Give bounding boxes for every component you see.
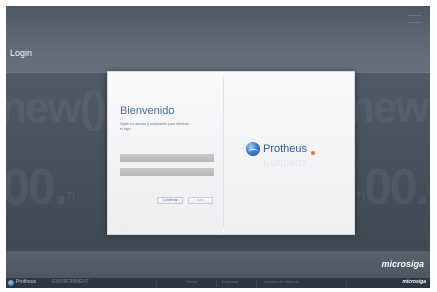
bottom-band: microsiga [6, 251, 430, 278]
login-form-panel: Bienvenido Digite su usuario y contraseñ… [108, 72, 223, 234]
password-field[interactable] [120, 168, 214, 176]
status-divider [156, 279, 157, 287]
app-window: Login new() new() 00. 00. TI TI microsig… [6, 6, 430, 288]
product-logo-reflection: Protheus [263, 157, 308, 169]
login-dialog: Bienvenido Digite su usuario y contraseñ… [107, 71, 355, 235]
protheus-globe-icon [8, 280, 14, 286]
vendor-logo: microsiga [381, 259, 424, 269]
watermark-left: new() [6, 83, 107, 132]
status-environment: ENVIRONMENT [52, 279, 89, 285]
watermark-small-right: TI [356, 191, 365, 202]
status-product: Protheus [16, 279, 37, 285]
login-instructions: Digite su usuario y contraseña para efec… [120, 122, 189, 131]
status-vendor-logo: microsiga [402, 279, 426, 285]
protheus-globe-icon [246, 142, 260, 156]
status-divider [346, 279, 347, 287]
status-item-date: Fecha [186, 279, 198, 284]
status-divider [216, 279, 217, 287]
confirm-button[interactable]: Confirmar [157, 197, 183, 204]
watermark-small-left: TI [66, 191, 75, 202]
username-field[interactable] [120, 154, 214, 162]
status-item-user: Usuario de Sistema [264, 279, 299, 284]
watermark-right: new() [348, 83, 430, 132]
watermark-left-2: 00. [6, 159, 68, 215]
welcome-heading: Bienvenido [120, 105, 175, 117]
login-bar: Login [6, 34, 430, 73]
page-title: Login [10, 48, 33, 58]
window-menu-icon[interactable] [408, 15, 422, 23]
top-band [6, 6, 430, 34]
watermark-right-2: 00. [364, 159, 430, 215]
version-badge-icon [311, 151, 315, 155]
status-bar: Protheus ENVIRONMENT Fecha Empresa Usuar… [6, 278, 430, 288]
exit-button[interactable]: Salir [188, 197, 213, 204]
status-item-company: Empresa [222, 279, 239, 284]
product-logo-text: Protheus [263, 143, 308, 155]
status-divider [256, 279, 257, 287]
branding-panel: Protheus Protheus [224, 72, 354, 234]
